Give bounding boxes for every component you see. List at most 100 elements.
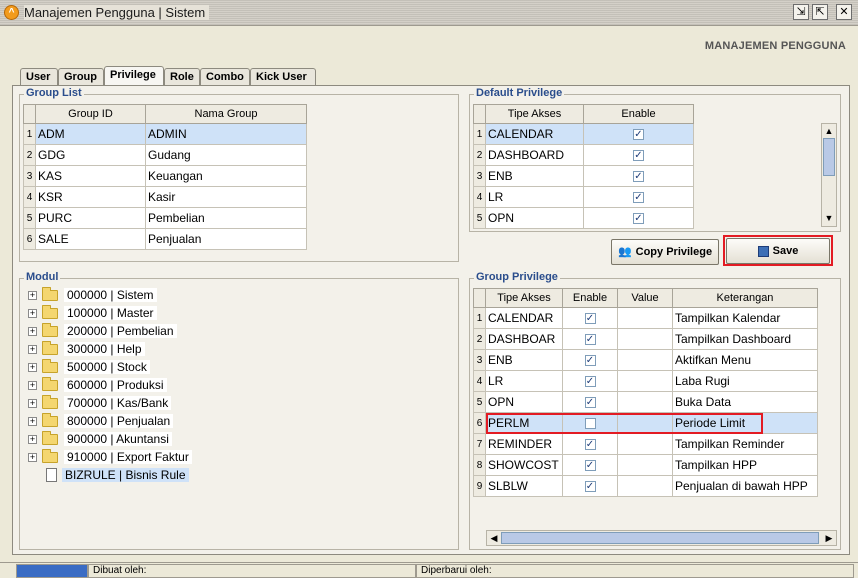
tab-role[interactable]: Role bbox=[164, 68, 200, 86]
keterangan-cell[interactable]: Tampilkan Kalendar bbox=[672, 307, 818, 329]
keterangan-cell[interactable]: Tampilkan HPP bbox=[672, 454, 818, 476]
enable-cell[interactable]: ✓ bbox=[562, 475, 618, 497]
keterangan-cell[interactable]: Tampilkan Dashboard bbox=[672, 328, 818, 350]
enable-checkbox[interactable]: ✓ bbox=[584, 481, 596, 493]
scroll-up-icon[interactable]: ▲ bbox=[823, 125, 835, 137]
tipe-akses-cell[interactable]: LR bbox=[485, 370, 563, 392]
value-cell[interactable] bbox=[617, 454, 673, 476]
table-row[interactable]: 3 ENB ✓ bbox=[473, 165, 694, 187]
column-header-value[interactable]: Value bbox=[617, 288, 673, 308]
table-row[interactable]: 5 PURC Pembelian bbox=[23, 207, 307, 229]
enable-cell[interactable]: ✓ bbox=[562, 307, 618, 329]
column-header-keterangan[interactable]: Keterangan bbox=[672, 288, 818, 308]
tab-kick-user[interactable]: Kick User bbox=[250, 68, 316, 86]
table-row[interactable]: 7 REMINDER ✓ Tampilkan Reminder bbox=[473, 433, 818, 455]
value-cell[interactable] bbox=[617, 328, 673, 350]
enable-cell[interactable]: ✓ bbox=[562, 391, 618, 413]
enable-checkbox[interactable]: ✓ bbox=[584, 460, 596, 472]
enable-checkbox[interactable]: ✓ bbox=[633, 213, 644, 225]
expand-icon[interactable]: + bbox=[28, 327, 37, 336]
table-row[interactable]: 2 DASHBOARD ✓ bbox=[473, 144, 694, 166]
column-header-group-id[interactable]: Group ID bbox=[35, 104, 146, 124]
table-row[interactable]: 3 KAS Keuangan bbox=[23, 165, 307, 187]
expand-icon[interactable]: + bbox=[28, 291, 37, 300]
tab-user[interactable]: User bbox=[20, 68, 58, 86]
enable-cell[interactable]: ✓ bbox=[562, 328, 618, 350]
table-row[interactable]: 9 SLBLW ✓ Penjualan di bawah HPP bbox=[473, 475, 818, 497]
table-row[interactable]: 3 ENB ✓ Aktifkan Menu bbox=[473, 349, 818, 371]
enable-cell[interactable]: ✓ bbox=[562, 349, 618, 371]
column-header-enable[interactable]: Enable bbox=[583, 104, 694, 124]
group-privilege-hscrollbar[interactable]: ◀ ▶ bbox=[486, 530, 837, 546]
value-cell[interactable] bbox=[617, 433, 673, 455]
keterangan-cell[interactable]: Buka Data bbox=[672, 391, 818, 413]
enable-checkbox[interactable]: ✓ bbox=[584, 313, 596, 325]
enable-checkbox[interactable]: ✓ bbox=[584, 355, 596, 367]
table-row[interactable]: 4 LR ✓ bbox=[473, 186, 694, 208]
tipe-akses-cell[interactable]: SHOWCOST bbox=[485, 454, 563, 476]
close-icon[interactable]: ✕ bbox=[836, 4, 852, 20]
expand-icon[interactable]: + bbox=[28, 435, 37, 444]
keterangan-cell[interactable]: Penjualan di bawah HPP bbox=[672, 475, 818, 497]
table-row[interactable]: 5 OPN ✓ bbox=[473, 207, 694, 229]
table-row[interactable]: 1 CALENDAR ✓ bbox=[473, 123, 694, 145]
value-cell[interactable] bbox=[617, 475, 673, 497]
enable-checkbox[interactable]: ✓ bbox=[584, 334, 596, 346]
restore-icon[interactable]: ⇲ bbox=[793, 4, 809, 20]
scroll-thumb[interactable] bbox=[823, 138, 835, 176]
expand-icon[interactable]: + bbox=[28, 363, 37, 372]
value-cell[interactable] bbox=[617, 391, 673, 413]
enable-checkbox[interactable]: ✓ bbox=[584, 397, 596, 409]
column-header-enable[interactable]: Enable bbox=[562, 288, 618, 308]
value-cell[interactable] bbox=[617, 370, 673, 392]
table-row[interactable]: 5 OPN ✓ Buka Data bbox=[473, 391, 818, 413]
tab-privilege[interactable]: Privilege bbox=[104, 66, 164, 87]
default-privilege-scrollbar[interactable]: ▲ ▼ bbox=[821, 123, 837, 227]
table-row[interactable]: 8 SHOWCOST ✓ Tampilkan HPP bbox=[473, 454, 818, 476]
enable-checkbox[interactable]: ✓ bbox=[633, 171, 644, 183]
tipe-akses-cell[interactable]: DASHBOAR bbox=[485, 328, 563, 350]
table-row[interactable]: 2 DASHBOAR ✓ Tampilkan Dashboard bbox=[473, 328, 818, 350]
table-row[interactable]: 2 GDG Gudang bbox=[23, 144, 307, 166]
tab-combo[interactable]: Combo bbox=[200, 68, 250, 86]
tab-group[interactable]: Group bbox=[58, 68, 104, 86]
enable-checkbox[interactable]: ✓ bbox=[584, 376, 596, 388]
enable-cell[interactable]: ✓ bbox=[562, 433, 618, 455]
table-row[interactable]: 6 SALE Penjualan bbox=[23, 228, 307, 250]
maximize-icon[interactable]: ⇱ bbox=[812, 4, 828, 20]
column-header-nama-group[interactable]: Nama Group bbox=[145, 104, 307, 124]
tipe-akses-cell[interactable]: SLBLW bbox=[485, 475, 563, 497]
expand-icon[interactable]: + bbox=[28, 381, 37, 390]
scroll-down-icon[interactable]: ▼ bbox=[823, 212, 835, 224]
expand-icon[interactable]: + bbox=[28, 417, 37, 426]
enable-checkbox[interactable]: ✓ bbox=[633, 192, 644, 204]
scroll-right-icon[interactable]: ▶ bbox=[823, 532, 835, 544]
enable-checkbox[interactable]: ✓ bbox=[633, 150, 644, 162]
column-header-tipe-akses[interactable]: Tipe Akses bbox=[485, 288, 563, 308]
keterangan-cell[interactable]: Tampilkan Reminder bbox=[672, 433, 818, 455]
enable-checkbox[interactable]: ✓ bbox=[633, 129, 644, 141]
expand-icon[interactable]: + bbox=[28, 399, 37, 408]
tipe-akses-cell[interactable]: REMINDER bbox=[485, 433, 563, 455]
copy-privilege-button[interactable]: 👥 Copy Privilege bbox=[611, 239, 719, 265]
scroll-left-icon[interactable]: ◀ bbox=[488, 532, 500, 544]
column-header-tipe-akses[interactable]: Tipe Akses bbox=[485, 104, 584, 124]
tipe-akses-cell[interactable]: CALENDAR bbox=[485, 307, 563, 329]
scroll-thumb[interactable] bbox=[501, 532, 819, 544]
table-row[interactable]: 1 ADM ADMIN bbox=[23, 123, 307, 145]
keterangan-cell[interactable]: Laba Rugi bbox=[672, 370, 818, 392]
enable-cell[interactable]: ✓ bbox=[562, 370, 618, 392]
keterangan-cell[interactable]: Aktifkan Menu bbox=[672, 349, 818, 371]
expand-icon[interactable]: + bbox=[28, 453, 37, 462]
value-cell[interactable] bbox=[617, 307, 673, 329]
expand-icon[interactable]: + bbox=[28, 345, 37, 354]
tipe-akses-cell[interactable]: OPN bbox=[485, 391, 563, 413]
table-row[interactable]: 1 CALENDAR ✓ Tampilkan Kalendar bbox=[473, 307, 818, 329]
enable-cell[interactable]: ✓ bbox=[562, 454, 618, 476]
expand-icon[interactable]: + bbox=[28, 309, 37, 318]
tipe-akses-cell[interactable]: ENB bbox=[485, 349, 563, 371]
table-row[interactable]: 4 KSR Kasir bbox=[23, 186, 307, 208]
value-cell[interactable] bbox=[617, 349, 673, 371]
table-row[interactable]: 4 LR ✓ Laba Rugi bbox=[473, 370, 818, 392]
enable-checkbox[interactable]: ✓ bbox=[584, 439, 596, 451]
